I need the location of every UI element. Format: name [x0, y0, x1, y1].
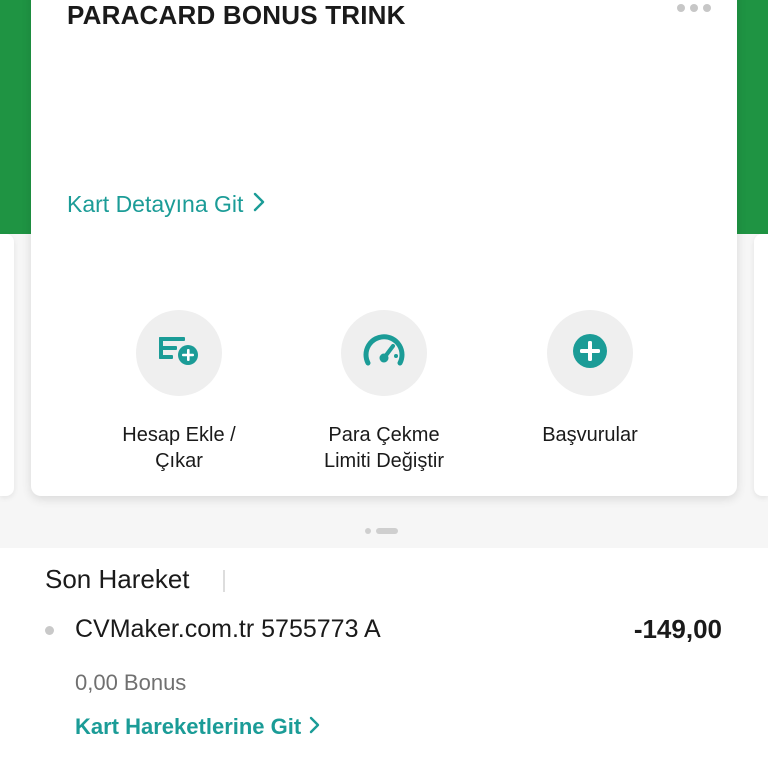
transaction-amount: -149,00: [633, 614, 722, 644]
plus-circle-icon: [571, 332, 609, 375]
recent-transactions-section: Son Hareket CVMaker.com.tr 5755773 A -14…: [0, 548, 768, 768]
card-panel: PARACARD BONUS TRINK Kart Detayına Git H…: [31, 0, 737, 496]
card-movements-link[interactable]: Kart Hareketlerine Git: [75, 714, 320, 740]
transaction-merchant: CVMaker.com.tr 5755773 A: [75, 615, 381, 643]
pager-dot[interactable]: [365, 528, 371, 534]
add-remove-account-icon-circle: [136, 310, 222, 396]
withdrawal-limit-label: Para Çekme Limiti Değiştir: [323, 424, 445, 472]
card-detail-link[interactable]: Kart Detayına Git: [67, 191, 265, 218]
applications-label: Başvurular: [542, 424, 638, 446]
pager-dot-active[interactable]: [376, 528, 398, 534]
transaction-bullet: [45, 626, 54, 635]
title-divider: [223, 570, 225, 592]
card-carousel-background-left: [0, 0, 32, 234]
applications-button[interactable]: Başvurular: [500, 310, 680, 448]
add-remove-account-button[interactable]: Hesap Ekle / Çıkar: [89, 310, 269, 474]
applications-icon-circle: [547, 310, 633, 396]
card-movements-link-label: Kart Hareketlerine Git: [75, 714, 302, 739]
next-card-peek[interactable]: [754, 234, 768, 496]
more-options-icon[interactable]: [677, 4, 711, 12]
transaction-bonus: 0,00 Bonus: [75, 670, 187, 695]
card-pager: [365, 528, 398, 534]
add-remove-account-label: Hesap Ekle / Çıkar: [122, 424, 236, 472]
card-title: PARACARD BONUS TRINK: [67, 0, 406, 30]
chevron-right-icon: [309, 714, 320, 740]
card-carousel-background-right: [736, 0, 768, 234]
card-detail-link-label: Kart Detayına Git: [67, 191, 244, 217]
account-add-icon: [157, 335, 201, 372]
quick-actions: Hesap Ekle / Çıkar Para Çekme Limiti Değiş…: [31, 310, 737, 480]
chevron-right-icon: [253, 191, 265, 218]
previous-card-peek[interactable]: [0, 234, 14, 496]
speedometer-icon: [362, 331, 406, 376]
change-withdrawal-limit-button[interactable]: Para Çekme Limiti Değiştir: [294, 310, 474, 474]
section-title: Son Hareket: [45, 564, 190, 594]
withdrawal-limit-icon-circle: [341, 310, 427, 396]
